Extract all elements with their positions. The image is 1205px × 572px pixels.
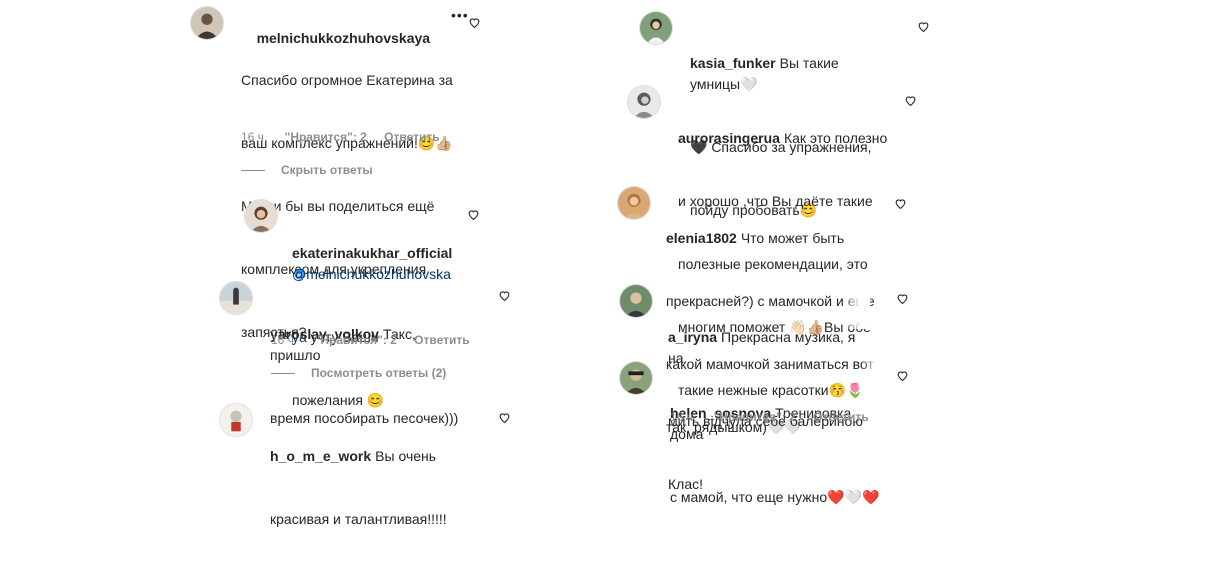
comment-text: helen_sosnova Тренировка дома с мамой, чт… — [670, 361, 880, 550]
view-replies-label: Посмотреть ответы (2) — [311, 366, 447, 380]
mention-link[interactable]: @melnichukkozhuhovska — [292, 266, 451, 282]
avatar[interactable] — [190, 6, 224, 40]
heart-outline-icon[interactable] — [904, 94, 917, 107]
comment-line: красивая и талантливая!!!!! — [270, 511, 447, 527]
reply-button[interactable]: Ответить — [384, 130, 439, 144]
heart-outline-icon[interactable] — [896, 369, 909, 382]
comment-line: Спасибо огромное Екатерина за — [241, 72, 453, 88]
text-fade — [432, 28, 460, 52]
avatar[interactable] — [219, 281, 253, 315]
text-fade — [860, 361, 888, 385]
avatar[interactable] — [639, 11, 673, 45]
heart-outline-icon[interactable] — [894, 197, 907, 210]
divider-line — [241, 170, 265, 172]
comment-meta: 16 ч. "Нравится": 2 Ответить — [271, 333, 484, 347]
more-dots-icon[interactable]: ••• — [451, 7, 469, 23]
heart-outline-icon[interactable] — [498, 411, 511, 424]
comment-line: Вы очень — [375, 448, 437, 464]
username[interactable]: h_o_m_e_work — [270, 448, 371, 464]
username[interactable]: a_iryna — [668, 329, 717, 345]
avatar[interactable] — [219, 403, 253, 437]
timestamp[interactable]: 16 ч. — [241, 130, 267, 144]
username[interactable]: aurorasingerua — [678, 130, 780, 146]
view-replies-button[interactable]: Посмотреть ответы (2) — [271, 366, 446, 380]
timestamp[interactable]: 16 ч. — [271, 333, 297, 347]
likes-count[interactable]: "Нравится": 2 — [714, 410, 796, 424]
avatar[interactable] — [619, 284, 653, 318]
heart-outline-icon[interactable] — [498, 289, 511, 302]
hide-replies-button[interactable]: Скрыть ответы — [241, 163, 373, 177]
likes-count[interactable]: "Нравится": 2 — [285, 130, 367, 144]
comment-text: h_o_m_e_work Вы очень красивая и талантли… — [270, 404, 480, 572]
username[interactable]: elenia1802 — [666, 230, 737, 246]
heart-outline-icon[interactable] — [468, 16, 481, 29]
comment-meta: 16 ч. "Нравится": 2 Ответить — [670, 410, 883, 424]
heart-outline-icon[interactable] — [467, 208, 480, 221]
comment-line: с мамой, что еще нужно❤️🤍❤️ — [670, 489, 880, 505]
comment-line: Что может быть — [740, 230, 845, 246]
heart-outline-icon[interactable] — [917, 20, 930, 33]
avatar[interactable] — [619, 361, 653, 395]
hide-replies-label: Скрыть ответы — [281, 163, 373, 177]
comment-meta: 16 ч. "Нравится": 2 Ответить — [241, 130, 454, 144]
text-fade — [842, 285, 870, 329]
comment-line: Как это полезно — [783, 130, 888, 146]
divider-line — [271, 373, 295, 375]
avatar[interactable] — [627, 85, 661, 119]
reply-button[interactable]: Ответить — [813, 410, 868, 424]
reply-button[interactable]: Ответить — [414, 333, 469, 347]
timestamp[interactable]: 16 ч. — [670, 410, 696, 424]
likes-count[interactable]: "Нравится": 2 — [315, 333, 397, 347]
heart-outline-icon[interactable] — [896, 292, 909, 305]
avatar[interactable] — [617, 186, 651, 220]
text-fade — [862, 207, 890, 231]
avatar[interactable] — [244, 199, 278, 233]
username[interactable]: kasia_funker — [690, 55, 776, 71]
